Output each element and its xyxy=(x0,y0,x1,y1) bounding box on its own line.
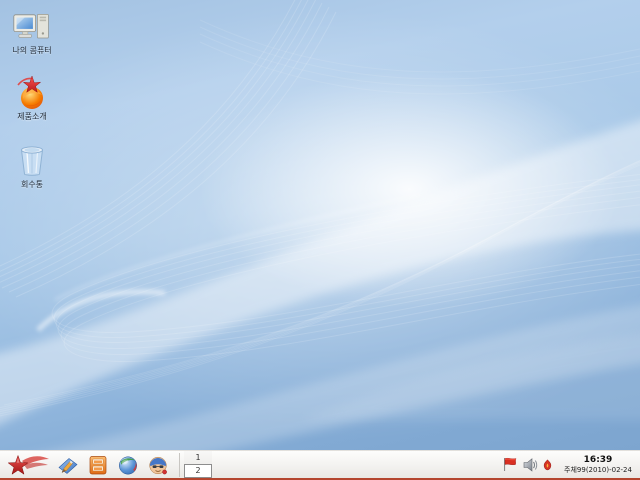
taskbar: 1 2 16:39 주체99(2010)-02-24 xyxy=(0,450,640,480)
wallpaper-waves xyxy=(0,0,640,450)
desktop-wallpaper: 나의 콤퓨터 제품소개 회수통 xyxy=(0,0,640,450)
start-menu-button[interactable] xyxy=(5,452,51,478)
volume-tray-icon[interactable] xyxy=(522,457,538,473)
text-editor-launcher[interactable] xyxy=(56,453,80,477)
pager-desktop-1[interactable]: 1 xyxy=(184,451,212,464)
desktop-icon-my-computer[interactable]: 나의 콤퓨터 xyxy=(5,8,59,55)
desktop-icon-trash[interactable]: 회수통 xyxy=(5,142,59,189)
taskbar-task-area[interactable] xyxy=(212,451,501,478)
red-winged-star-icon xyxy=(7,454,49,475)
pager-desktop-2[interactable]: 2 xyxy=(184,463,212,478)
taskbar-separator xyxy=(179,452,180,477)
trash-bin-icon xyxy=(12,142,52,178)
messenger-launcher[interactable] xyxy=(146,453,170,477)
desktop-icon-product-intro[interactable]: 제품소개 xyxy=(5,74,59,121)
desktop-icon-label: 제품소개 xyxy=(17,112,47,121)
speaker-icon xyxy=(523,457,538,472)
desktop-icon-label: 회수통 xyxy=(20,180,44,189)
file-manager-launcher[interactable] xyxy=(86,453,110,477)
clock-time: 16:39 xyxy=(583,454,613,465)
web-browser-launcher[interactable] xyxy=(116,453,140,477)
face-with-cap-icon xyxy=(149,456,167,474)
desktop-icon-label: 나의 콤퓨터 xyxy=(12,46,52,55)
globe-icon xyxy=(119,456,137,474)
red-flag-icon xyxy=(504,458,517,471)
small-red-flame-icon xyxy=(543,458,552,470)
security-tray-icon[interactable] xyxy=(542,458,553,471)
system-tray xyxy=(501,456,553,473)
red-star-ball-icon xyxy=(12,74,52,110)
cabinet-icon xyxy=(89,455,107,474)
pencil-pad-icon xyxy=(58,457,78,474)
clock-date: 주체99(2010)-02-24 xyxy=(564,465,632,474)
desktop-pager: 1 2 xyxy=(184,451,212,478)
my-computer-icon xyxy=(12,8,52,44)
clock[interactable]: 16:39 주체99(2010)-02-24 xyxy=(559,455,637,475)
input-flag-tray-icon[interactable] xyxy=(501,456,518,473)
